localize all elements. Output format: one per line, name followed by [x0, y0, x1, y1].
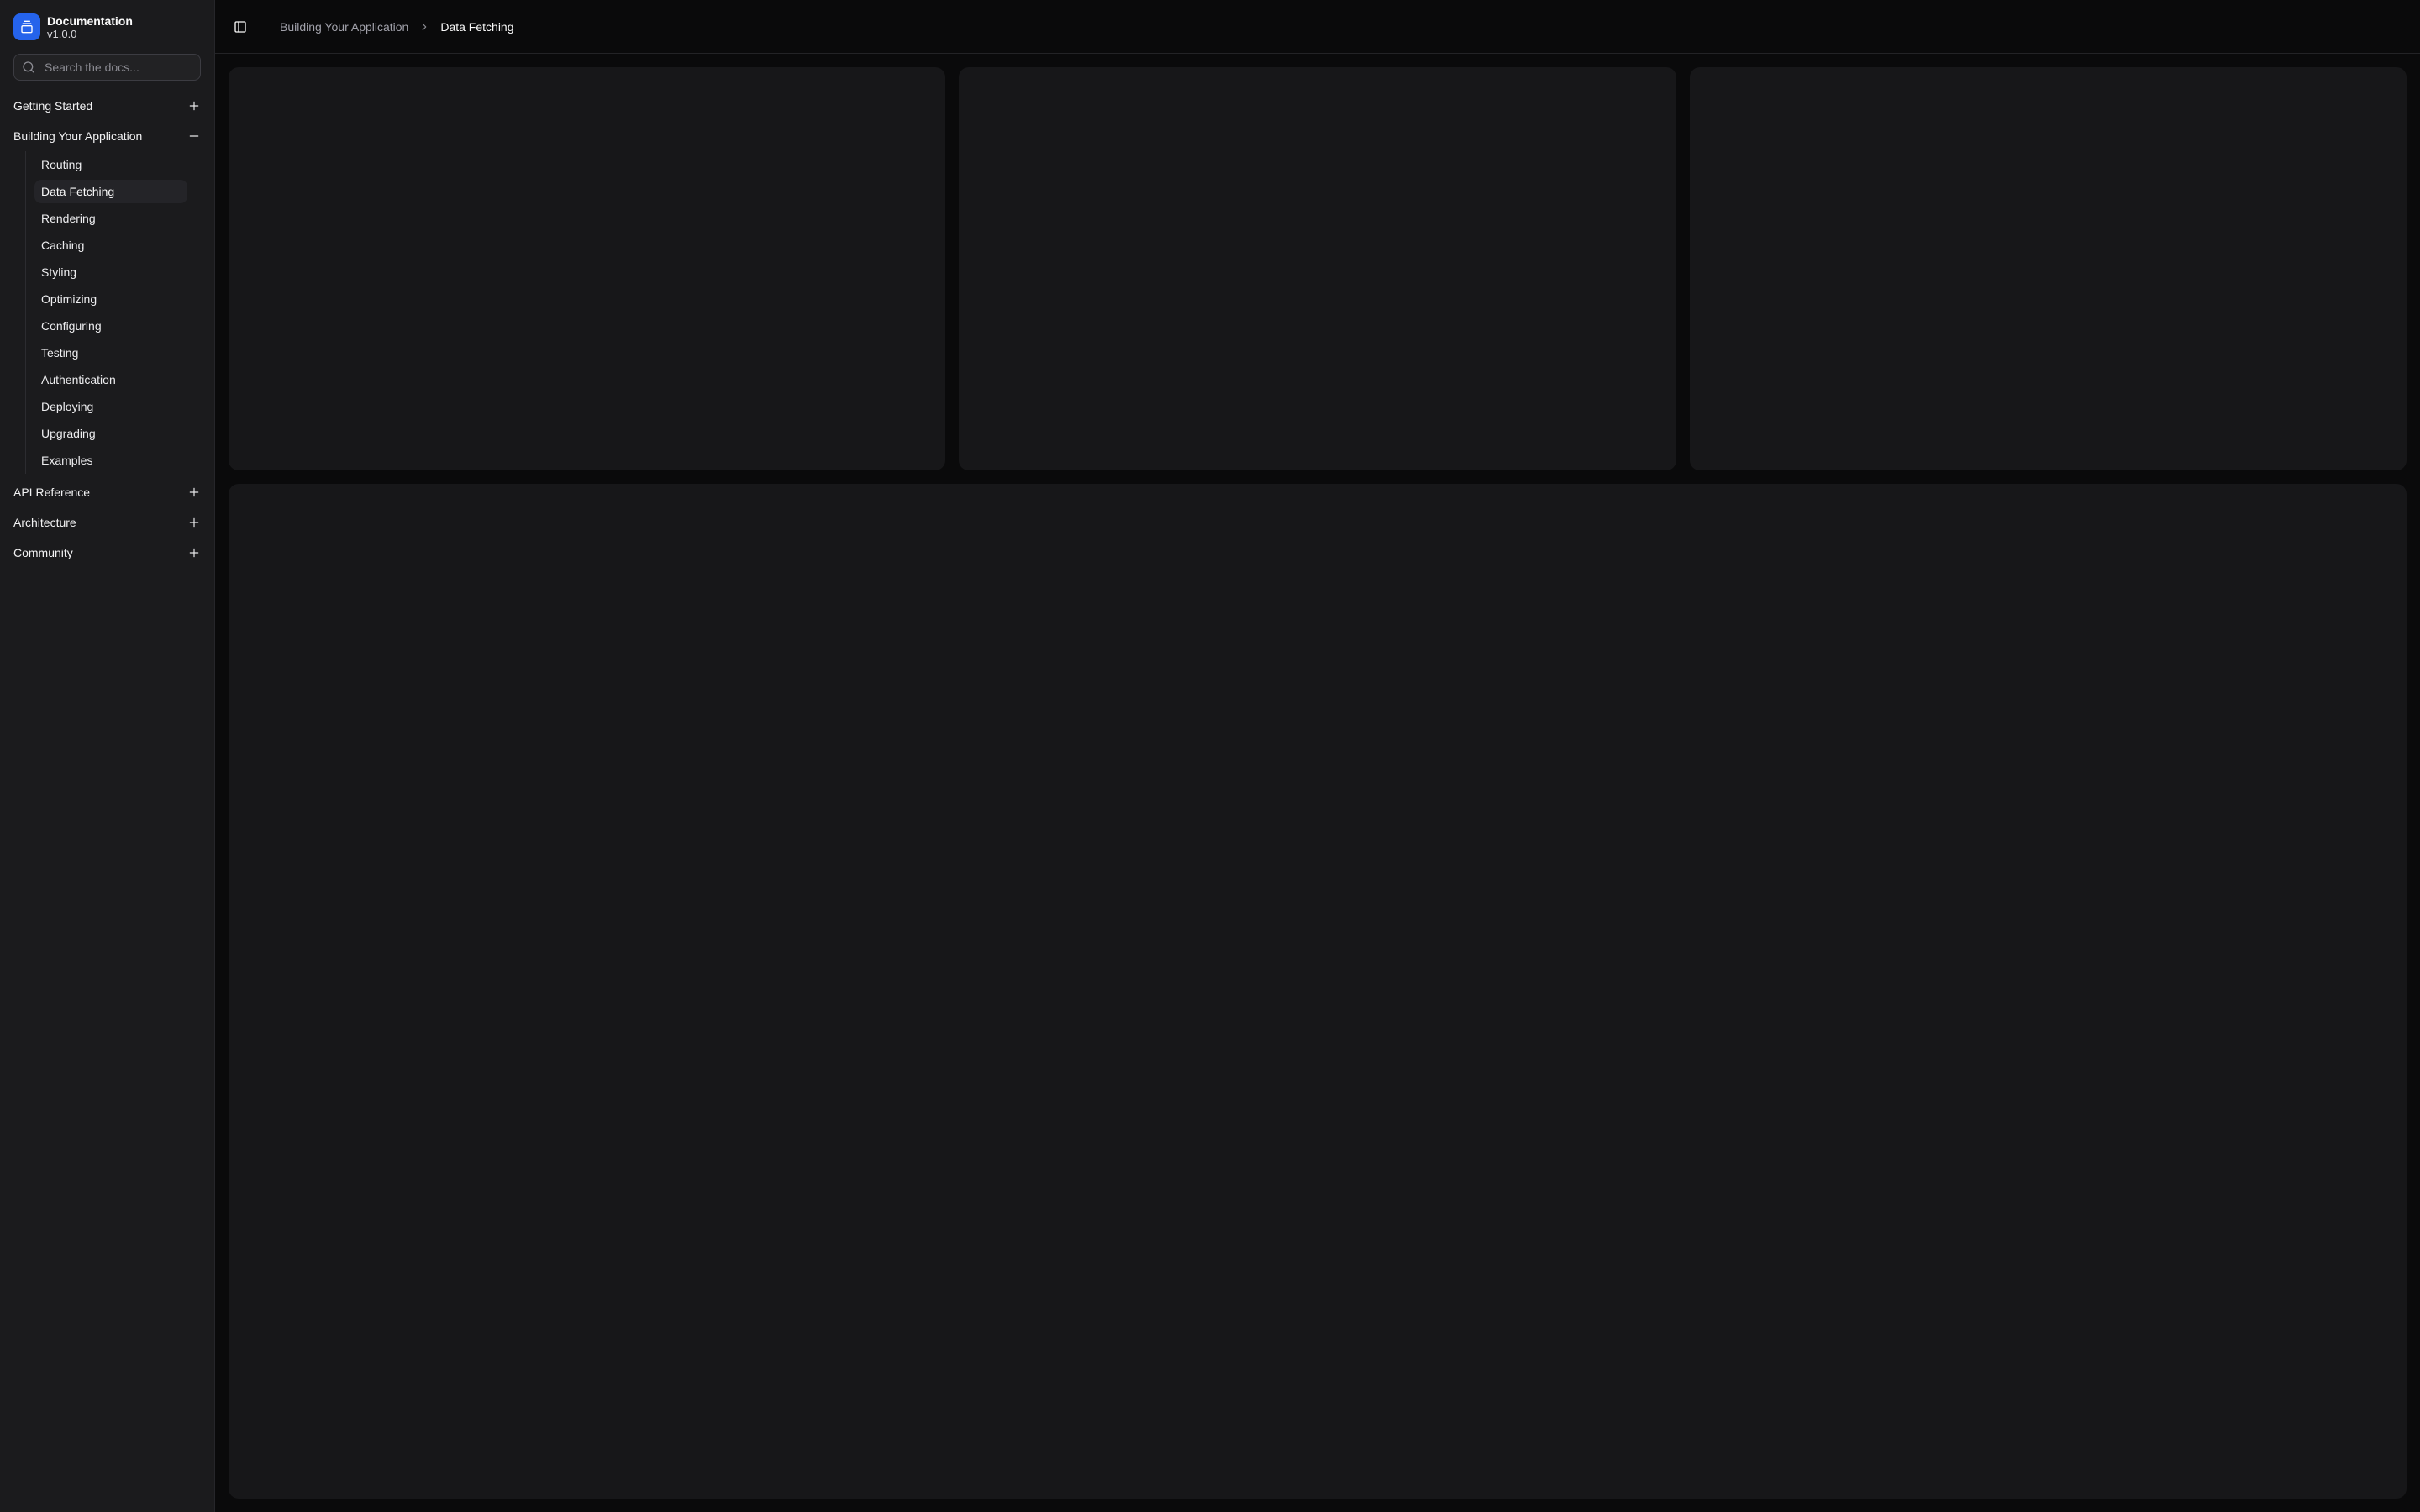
breadcrumb: Building Your Application Data Fetching — [280, 20, 514, 34]
subitem-label: Authentication — [41, 373, 116, 386]
app-window: Documentation v1.0.0 Getting Started — [0, 0, 2420, 1512]
topbar: Building Your Application Data Fetching — [215, 0, 2420, 54]
panel-left-icon — [234, 20, 247, 34]
sidebar-item-building-your-application[interactable]: Building Your Application — [7, 123, 208, 150]
placeholder-card — [1690, 67, 2407, 470]
app-version: v1.0.0 — [47, 29, 133, 39]
gallery-vertical-end-icon — [13, 13, 40, 40]
subitem-label: Rendering — [41, 212, 96, 225]
sidebar-subitem-data-fetching[interactable]: Data Fetching — [34, 180, 187, 203]
sidebar-subitem-upgrading[interactable]: Upgrading — [34, 422, 187, 445]
placeholder-card-row — [229, 67, 2407, 470]
subitem-label: Styling — [41, 265, 76, 279]
sidebar-item-community[interactable]: Community — [7, 539, 208, 566]
minus-icon — [187, 129, 201, 143]
plus-icon — [187, 516, 201, 529]
search-input[interactable] — [13, 54, 201, 81]
subitem-label: Caching — [41, 239, 84, 252]
sidebar-subtree: Routing Data Fetching Rendering Caching … — [25, 151, 196, 474]
brand-button[interactable]: Documentation v1.0.0 — [13, 13, 201, 40]
subitem-label: Examples — [41, 454, 92, 467]
section-label: API Reference — [13, 486, 90, 499]
subitem-label: Configuring — [41, 319, 102, 333]
sidebar-item-getting-started[interactable]: Getting Started — [7, 92, 208, 119]
main-area: Building Your Application Data Fetching — [215, 0, 2420, 1512]
sidebar-subitem-caching[interactable]: Caching — [34, 234, 187, 257]
sidebar-subitem-optimizing[interactable]: Optimizing — [34, 287, 187, 311]
app-title: Documentation — [47, 15, 133, 27]
section-label: Getting Started — [13, 99, 92, 113]
placeholder-panel — [229, 484, 2407, 1499]
subitem-label: Testing — [41, 346, 78, 360]
brand-text: Documentation v1.0.0 — [47, 15, 133, 39]
section-label: Building Your Application — [13, 129, 142, 143]
sidebar-subitem-testing[interactable]: Testing — [34, 341, 187, 365]
chevron-right-icon — [418, 21, 430, 33]
sidebar-item-api-reference[interactable]: API Reference — [7, 479, 208, 506]
search-form — [13, 54, 201, 81]
breadcrumb-current-page: Data Fetching — [440, 20, 513, 34]
sidebar-item-architecture[interactable]: Architecture — [7, 509, 208, 536]
section-label: Community — [13, 546, 73, 559]
breadcrumb-parent-link[interactable]: Building Your Application — [280, 20, 408, 34]
sidebar-subitem-deploying[interactable]: Deploying — [34, 395, 187, 418]
plus-icon — [187, 486, 201, 499]
plus-icon — [187, 99, 201, 113]
subitem-label: Upgrading — [41, 427, 96, 440]
subitem-label: Deploying — [41, 400, 93, 413]
plus-icon — [187, 546, 201, 559]
page-content — [215, 54, 2420, 1512]
sidebar-subitem-rendering[interactable]: Rendering — [34, 207, 187, 230]
sidebar-subitem-routing[interactable]: Routing — [34, 153, 187, 176]
subitem-label: Routing — [41, 158, 82, 171]
placeholder-card — [229, 67, 945, 470]
section-label: Architecture — [13, 516, 76, 529]
sidebar-subitem-authentication[interactable]: Authentication — [34, 368, 187, 391]
sidebar-toggle-button[interactable] — [229, 15, 252, 39]
sidebar-subitem-examples[interactable]: Examples — [34, 449, 187, 472]
sidebar-subitem-styling[interactable]: Styling — [34, 260, 187, 284]
subitem-label: Data Fetching — [41, 185, 114, 198]
sidebar-header: Documentation v1.0.0 — [0, 0, 214, 81]
placeholder-card — [959, 67, 1676, 470]
sidebar: Documentation v1.0.0 Getting Started — [0, 0, 215, 1512]
sidebar-subitem-configuring[interactable]: Configuring — [34, 314, 187, 338]
sidebar-nav: Getting Started Building Your Applicatio… — [0, 81, 214, 1512]
subitem-label: Optimizing — [41, 292, 97, 306]
